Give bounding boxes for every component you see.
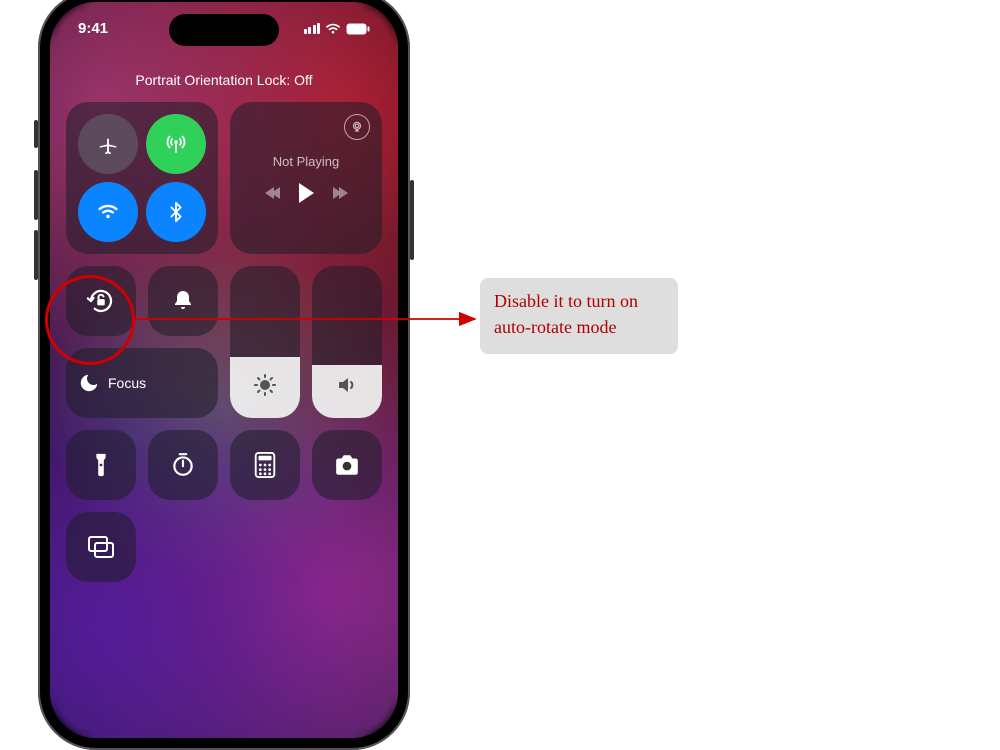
- ring-switch: [34, 120, 38, 148]
- power-button: [410, 180, 414, 260]
- screen-mirroring-icon: [87, 535, 115, 559]
- airplay-button[interactable]: [344, 114, 370, 140]
- annotation-arrow: [130, 305, 490, 345]
- camera-button[interactable]: [312, 430, 382, 500]
- cellular-data-button[interactable]: [146, 114, 206, 174]
- airplane-mode-button[interactable]: [78, 114, 138, 174]
- next-track-button[interactable]: [336, 187, 348, 199]
- media-panel[interactable]: Not Playing: [230, 102, 382, 254]
- orientation-lock-button[interactable]: [66, 266, 136, 336]
- bluetooth-icon: [165, 201, 187, 223]
- moon-icon: [78, 372, 100, 394]
- speaker-icon: [335, 373, 359, 397]
- airplane-icon: [97, 133, 119, 155]
- screen-mirroring-button[interactable]: [66, 512, 136, 582]
- timer-button[interactable]: [148, 430, 218, 500]
- dynamic-island: [169, 14, 279, 46]
- connectivity-panel[interactable]: [66, 102, 218, 254]
- iphone-frame: 9:41 Portrait Orientation Lock: Off: [38, 0, 410, 750]
- orientation-lock-icon: [86, 286, 116, 316]
- phone-screen: 9:41 Portrait Orientation Lock: Off: [50, 2, 398, 738]
- wifi-icon: [325, 23, 341, 35]
- bluetooth-button[interactable]: [146, 182, 206, 242]
- battery-icon: [346, 23, 370, 35]
- status-time: 9:41: [78, 20, 108, 37]
- airplay-icon: [350, 120, 364, 134]
- camera-icon: [334, 454, 360, 476]
- cellular-signal-icon: [304, 23, 321, 34]
- volume-up-button: [34, 170, 38, 220]
- focus-label: Focus: [108, 375, 146, 391]
- annotation-text: Disable it to turn on auto-rotate mode: [494, 291, 638, 337]
- volume-down-button: [34, 230, 38, 280]
- wifi-icon: [97, 201, 119, 223]
- calculator-icon: [254, 452, 276, 478]
- calculator-button[interactable]: [230, 430, 300, 500]
- flashlight-icon: [91, 452, 111, 478]
- brightness-icon: [253, 373, 277, 397]
- play-button[interactable]: [299, 183, 314, 203]
- wifi-button[interactable]: [78, 182, 138, 242]
- flashlight-button[interactable]: [66, 430, 136, 500]
- focus-button[interactable]: Focus: [66, 348, 218, 418]
- control-center: Portrait Orientation Lock: Off: [50, 62, 398, 738]
- orientation-lock-status-text: Portrait Orientation Lock: Off: [66, 72, 382, 88]
- timer-icon: [170, 452, 196, 478]
- now-playing-label: Not Playing: [273, 154, 339, 169]
- annotation-callout: Disable it to turn on auto-rotate mode: [480, 278, 678, 354]
- previous-track-button[interactable]: [265, 187, 277, 199]
- cellular-antenna-icon: [164, 132, 188, 156]
